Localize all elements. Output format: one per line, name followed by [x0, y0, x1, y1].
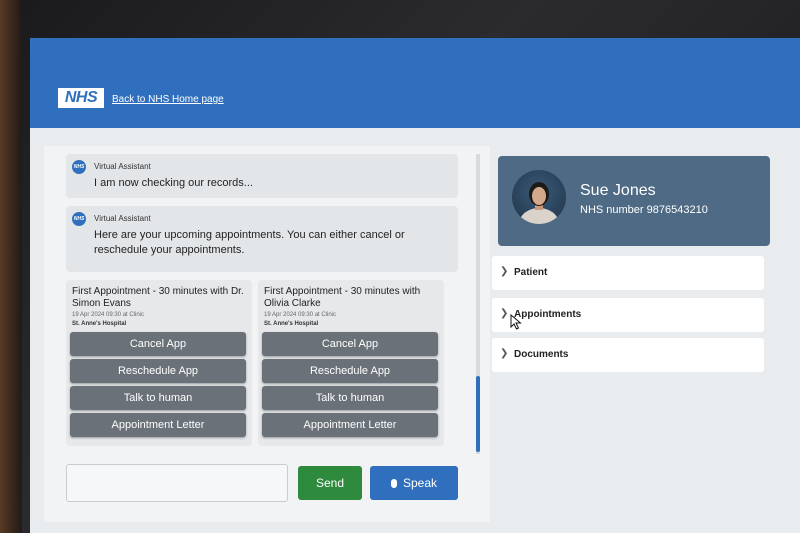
patient-name: Sue Jones: [580, 182, 656, 199]
section-label: Documents: [514, 349, 569, 360]
speak-label: Speak: [402, 476, 438, 490]
message-text: Here are your upcoming appointments. You…: [94, 229, 405, 256]
section-patient[interactable]: ❯ Patient: [492, 256, 764, 290]
cancel-app-button[interactable]: Cancel App: [70, 332, 246, 356]
patient-avatar: [512, 170, 566, 224]
site-header: NHS Back to NHS Home page: [30, 38, 800, 128]
appointment-card: First Appointment - 30 minutes with Oliv…: [258, 280, 444, 446]
chat-scrollbar-thumb[interactable]: [476, 376, 480, 452]
microphone-icon: [390, 479, 397, 488]
nhs-logo[interactable]: NHS: [58, 88, 104, 108]
message-text: I am now checking our records...: [94, 177, 253, 189]
app-screen: NHS Back to NHS Home page NHS Virtual As…: [30, 38, 800, 533]
chat-message: NHS Virtual Assistant I am now checking …: [66, 154, 458, 198]
appointment-letter-button[interactable]: Appointment Letter: [262, 413, 438, 437]
appointment-letter-button[interactable]: Appointment Letter: [70, 413, 246, 437]
appointment-location: St. Anne's Hospital: [72, 321, 127, 327]
appointment-card: First Appointment - 30 minutes with Dr. …: [66, 280, 252, 446]
section-label: Appointments: [514, 309, 582, 320]
chat-panel: NHS Virtual Assistant I am now checking …: [44, 146, 490, 522]
section-label: Patient: [514, 267, 548, 278]
chat-input[interactable]: [66, 464, 288, 502]
appointment-datetime: 19 Apr 2024 09:30 at Clinic: [72, 312, 145, 318]
section-documents[interactable]: ❯ Documents: [492, 338, 764, 372]
talk-to-human-button[interactable]: Talk to human: [262, 386, 438, 410]
appointment-title: First Appointment - 30 minutes with Oliv…: [264, 286, 421, 309]
chevron-right-icon: ❯: [500, 348, 509, 359]
chat-message: NHS Virtual Assistant Here are your upco…: [66, 206, 458, 272]
message-sender: Virtual Assistant: [94, 162, 151, 171]
chevron-right-icon: ❯: [500, 266, 509, 277]
reschedule-app-button[interactable]: Reschedule App: [70, 359, 246, 383]
cancel-app-button[interactable]: Cancel App: [262, 332, 438, 356]
message-sender: Virtual Assistant: [94, 214, 151, 223]
appointment-title: First Appointment - 30 minutes with Dr. …: [72, 286, 244, 309]
talk-to-human-button[interactable]: Talk to human: [70, 386, 246, 410]
chevron-right-icon: ❯: [500, 308, 509, 319]
patient-summary-card: Sue Jones NHS number 9876543210: [498, 156, 770, 246]
background-glow: [0, 0, 22, 533]
patient-nhs-number: NHS number 9876543210: [580, 204, 708, 216]
assistant-avatar-icon: NHS: [72, 160, 86, 174]
send-button[interactable]: Send: [298, 466, 362, 500]
appointment-location: St. Anne's Hospital: [264, 321, 319, 327]
speak-button[interactable]: Speak: [370, 466, 458, 500]
section-appointments[interactable]: ❯ Appointments: [492, 298, 764, 332]
assistant-avatar-icon: NHS: [72, 212, 86, 226]
reschedule-app-button[interactable]: Reschedule App: [262, 359, 438, 383]
back-to-home-link[interactable]: Back to NHS Home page: [112, 94, 224, 105]
appointment-datetime: 19 Apr 2024 09:30 at Clinic: [264, 312, 337, 318]
mouse-cursor-icon: [510, 314, 522, 330]
